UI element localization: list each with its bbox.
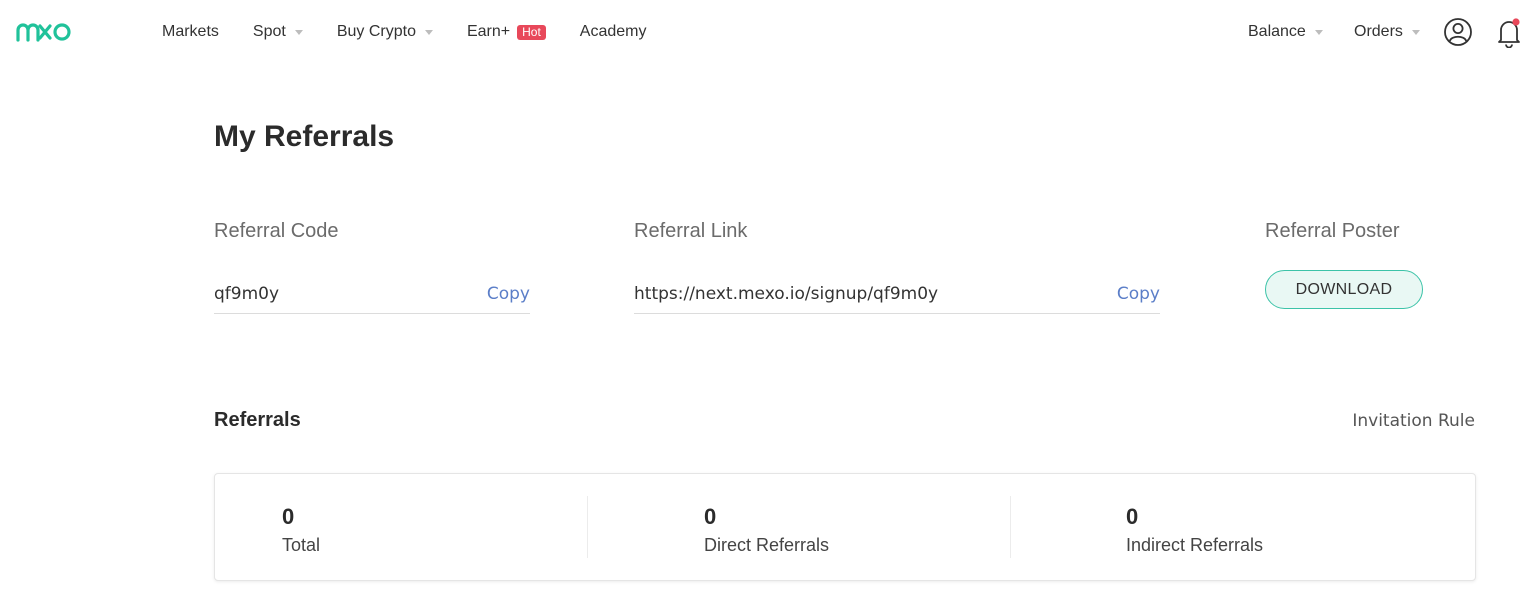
caret-down-icon [294, 30, 303, 35]
page-title: My Referrals [214, 120, 395, 153]
nav-markets-label: Markets [162, 23, 219, 40]
caret-down-icon [1411, 30, 1420, 35]
download-poster-button[interactable]: DOWNLOAD [1265, 270, 1423, 309]
referral-link-value: https://next.mexo.io/signup/qf9m0y [634, 284, 939, 304]
referrals-section-title: Referrals [214, 409, 301, 431]
caret-down-icon [1314, 30, 1323, 35]
nav-balance[interactable]: Balance [1248, 0, 1323, 64]
stat-total: 0 Total [215, 474, 587, 580]
nav-orders-label: Orders [1354, 23, 1403, 40]
referral-code-label: Referral Code [214, 220, 339, 242]
nav-academy-label: Academy [579, 23, 647, 40]
referral-link-field: https://next.mexo.io/signup/qf9m0y Copy [634, 278, 1160, 314]
nav-markets[interactable]: Markets [162, 23, 219, 41]
notification-dot [1512, 18, 1520, 26]
main-nav: Markets Spot Buy Crypto Earn+ Hot Academ… [162, 0, 681, 64]
nav-spot[interactable]: Spot [253, 23, 303, 41]
user-circle-icon[interactable] [1443, 17, 1473, 47]
stat-indirect-value: 0 [1126, 504, 1139, 529]
stat-total-value: 0 [282, 504, 295, 529]
nav-academy[interactable]: Academy [580, 23, 647, 41]
nav-spot-label: Spot [252, 23, 286, 40]
referral-code-value: qf9m0y [214, 284, 280, 304]
mexo-logo[interactable] [16, 20, 72, 44]
nav-earn-label: Earn+ [466, 23, 511, 40]
stat-direct-label: Direct Referrals [704, 535, 830, 555]
invitation-rule-link[interactable]: Invitation Rule [1352, 411, 1475, 431]
stat-indirect-referrals: 0 Indirect Referrals [1011, 474, 1475, 580]
stat-total-label: Total [282, 535, 321, 555]
copy-referral-code-button[interactable]: Copy [487, 284, 530, 304]
nav-balance-label: Balance [1248, 23, 1306, 40]
nav-buy-crypto-label: Buy Crypto [336, 23, 416, 40]
copy-referral-link-button[interactable]: Copy [1117, 284, 1160, 304]
referral-poster-label: Referral Poster [1265, 220, 1400, 242]
nav-orders[interactable]: Orders [1354, 0, 1420, 64]
nav-buy-crypto[interactable]: Buy Crypto [337, 23, 433, 41]
bell-icon[interactable] [1495, 16, 1523, 48]
stat-direct-value: 0 [704, 504, 717, 529]
referral-link-label: Referral Link [634, 220, 748, 242]
stat-direct-referrals: 0 Direct Referrals [588, 474, 1010, 580]
stat-indirect-label: Indirect Referrals [1126, 535, 1264, 555]
nav-earn[interactable]: Earn+ Hot [467, 23, 546, 41]
referral-stats-card: 0 Total 0 Direct Referrals 0 Indirect Re… [214, 473, 1476, 581]
top-nav-bar: Markets Spot Buy Crypto Earn+ Hot Academ… [0, 0, 1536, 64]
caret-down-icon [424, 30, 433, 35]
referral-code-field: qf9m0y Copy [214, 278, 530, 314]
hot-badge: Hot [517, 24, 546, 40]
